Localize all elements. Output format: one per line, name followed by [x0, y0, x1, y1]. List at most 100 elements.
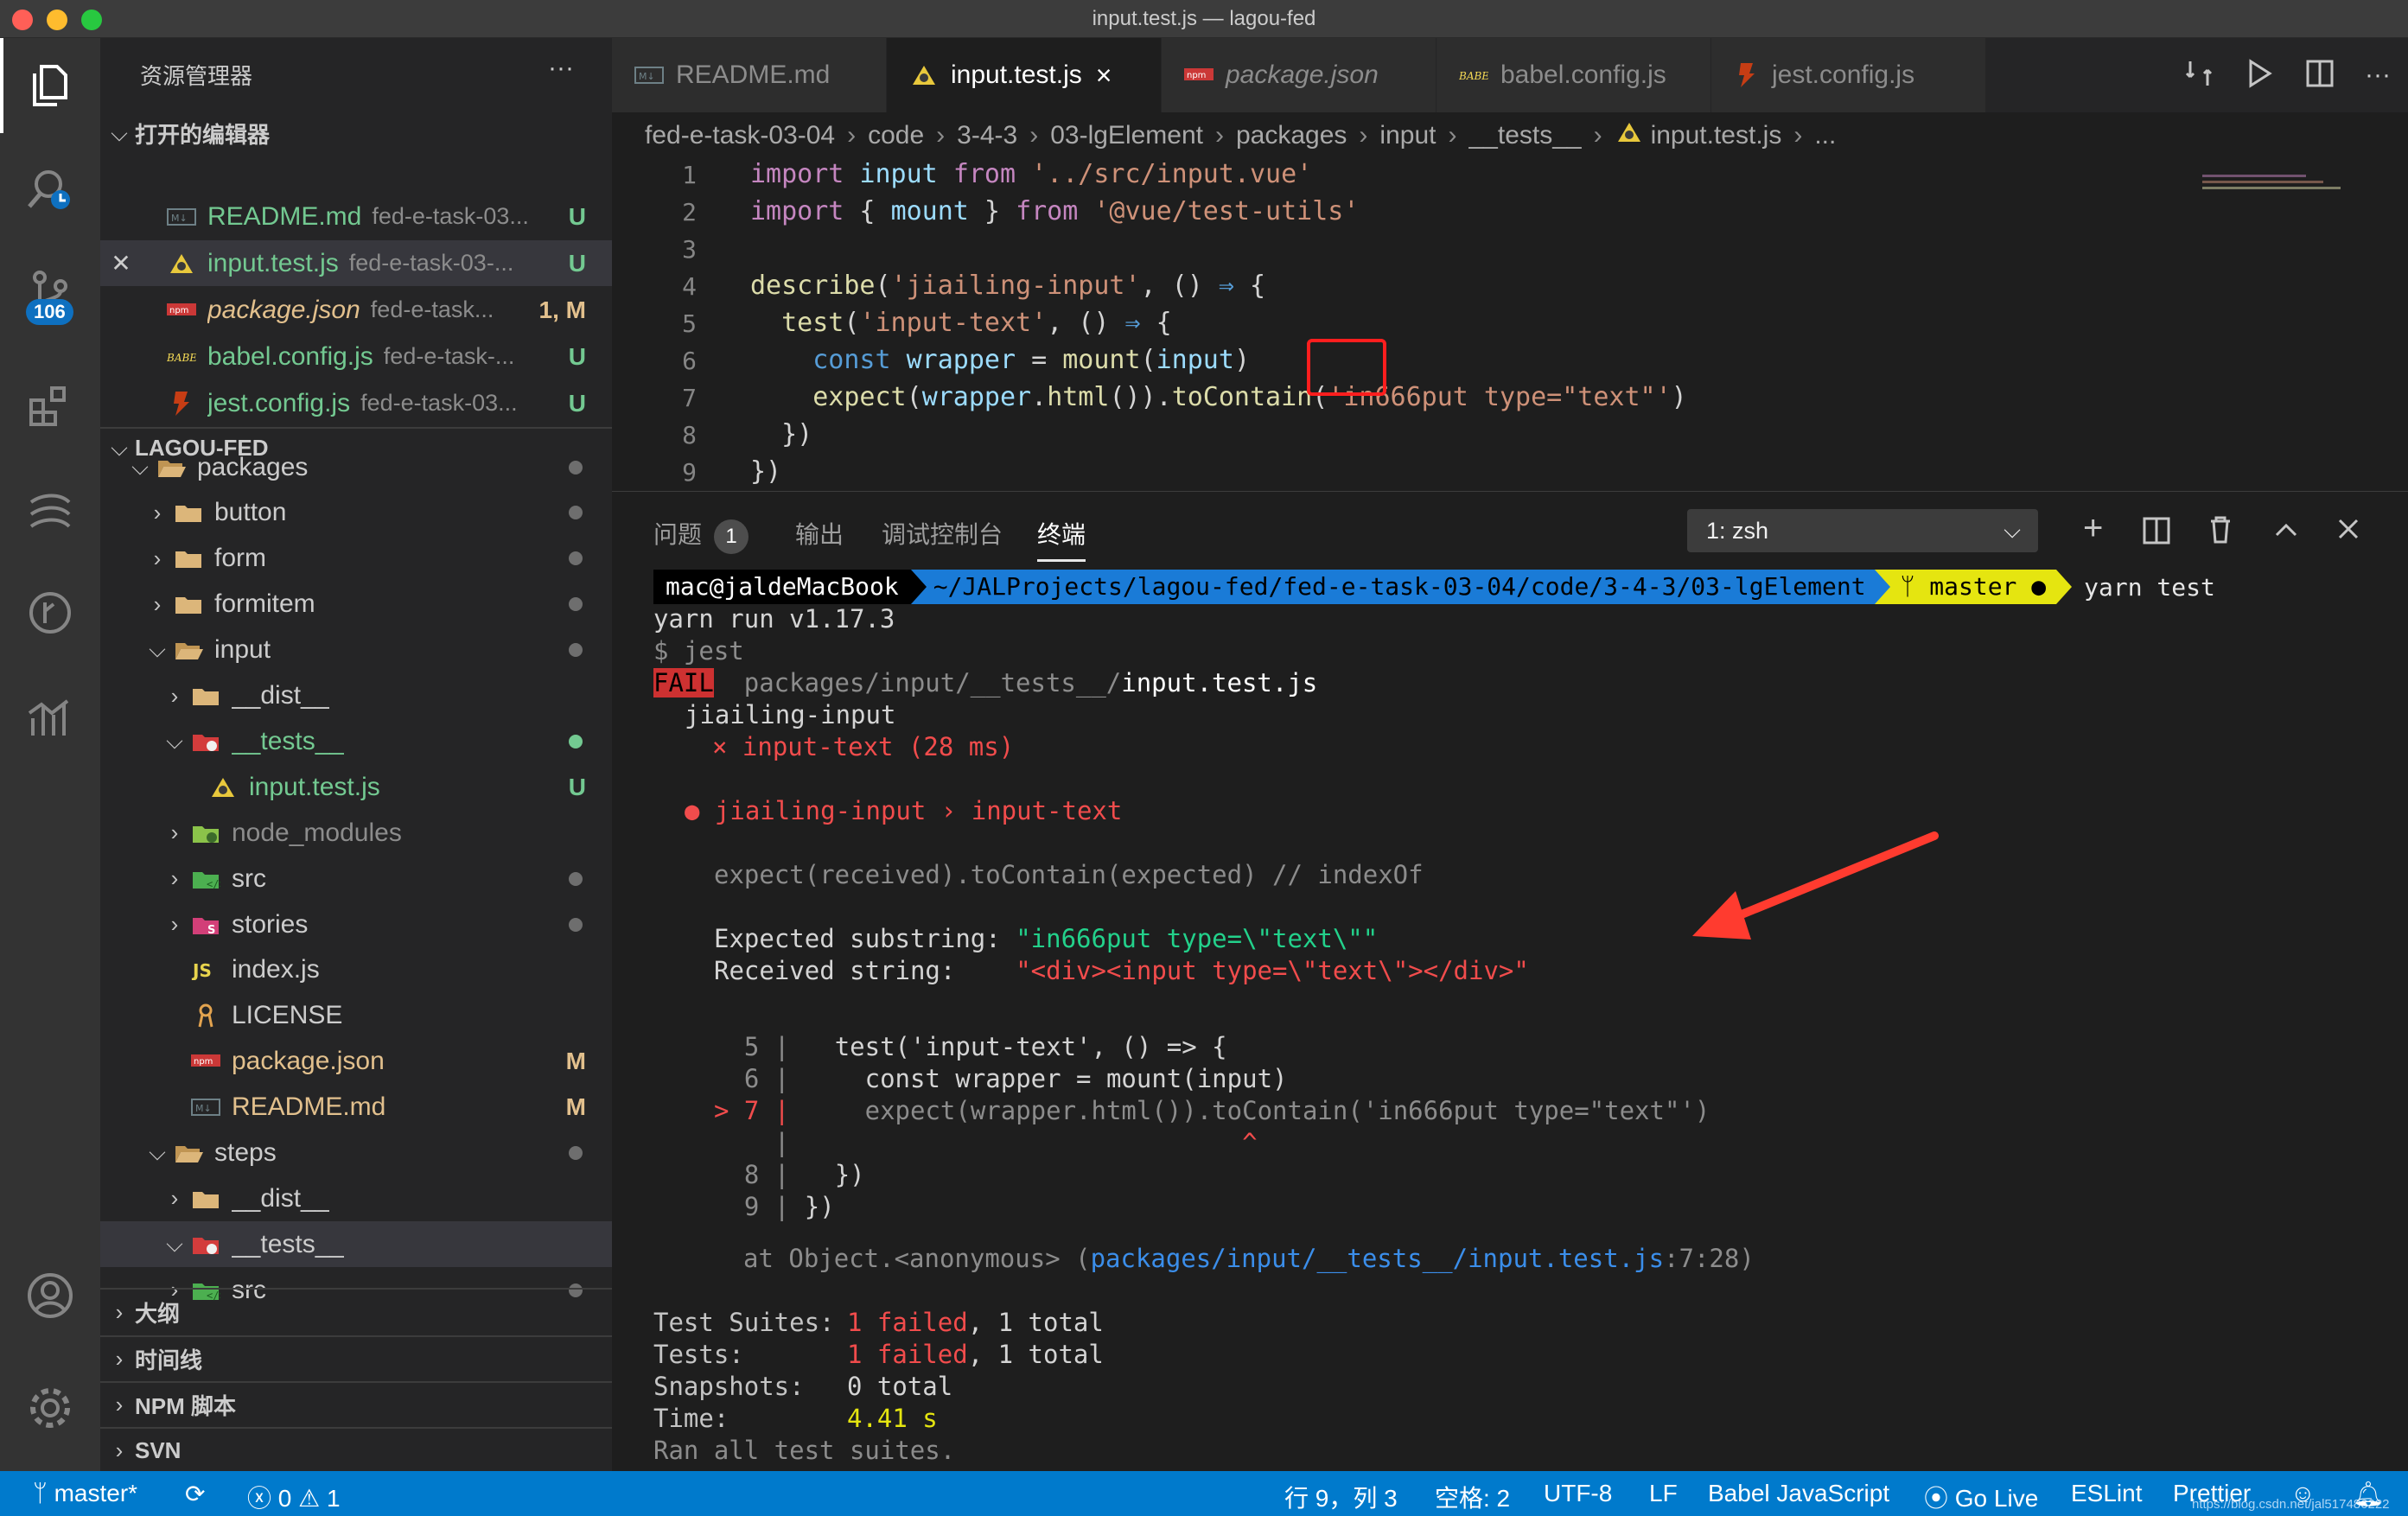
split-terminal-icon[interactable]	[2142, 516, 2171, 550]
tree-item[interactable]: › node_modules	[100, 810, 612, 856]
close-panel-icon[interactable]	[2335, 516, 2361, 546]
open-editor-item[interactable]: BABEL babel.config.js fed-e-task-... U	[100, 334, 612, 379]
breadcrumb-item[interactable]: __tests__	[1468, 121, 1581, 150]
open-editor-item[interactable]: M↓ README.md fed-e-task-03... U	[100, 194, 612, 239]
tab-debug-console[interactable]: 调试控制台	[882, 516, 1003, 551]
tab-readme[interactable]: M↓ README.md	[612, 38, 887, 112]
annotation-box	[1307, 339, 1386, 396]
maximize-panel-icon[interactable]	[2273, 518, 2299, 548]
tab-package-json[interactable]: npm package.json	[1162, 38, 1437, 112]
tree-item[interactable]: ⌵ packages	[100, 444, 612, 490]
tree-item[interactable]: › button	[100, 490, 612, 536]
trash-icon[interactable]	[2207, 514, 2233, 550]
code-frame-line: 9 | })	[714, 1192, 835, 1221]
eslint-status[interactable]: ESLint	[2071, 1480, 2143, 1507]
tree-item-label: src	[232, 863, 266, 893]
go-live-button[interactable]: ⦿ Go Live	[1924, 1480, 2038, 1514]
tab-problems[interactable]: 问题 1	[653, 516, 749, 554]
chevron-right-icon: ›	[847, 121, 857, 150]
tree-item[interactable]: ⌵ __tests__	[100, 1221, 612, 1268]
outline-section[interactable]: › 大纲	[100, 1290, 612, 1335]
cursor-position[interactable]: 行 9，列 3	[1284, 1480, 1398, 1514]
feedback-icon[interactable]: ☺	[2290, 1480, 2316, 1507]
close-icon[interactable]: ✕	[100, 249, 142, 277]
breadcrumb-item[interactable]: input.test.js	[1651, 121, 1782, 150]
add-terminal-icon[interactable]: +	[2083, 509, 2103, 548]
stats-icon[interactable]	[0, 669, 100, 764]
indentation[interactable]: 空格: 2	[1435, 1480, 1510, 1514]
tree-item-label: package.json	[232, 1047, 385, 1076]
open-editor-item[interactable]: npm package.json fed-e-task... 1, M	[100, 287, 612, 333]
line-ending[interactable]: LF	[1649, 1480, 1678, 1507]
tab-input-test[interactable]: input.test.js ×	[887, 38, 1162, 112]
tree-item[interactable]: LICENSE	[100, 993, 612, 1039]
tab-jest-config[interactable]: jest.config.js	[1711, 38, 1986, 112]
tree-item[interactable]: M↓ README.md M	[100, 1085, 612, 1131]
terminal-select[interactable]: 1: zsh ⌵	[1687, 509, 2038, 552]
terminal-line: $ jest	[653, 636, 744, 666]
terminal-prompt: mac@jaldeMacBook ~/JALProjects/lagou-fed…	[653, 570, 2215, 604]
open-editors-header[interactable]: ⌵ 打开的编辑器	[100, 111, 612, 156]
tree-item[interactable]: npm package.json M	[100, 1039, 612, 1085]
npm-scripts-section[interactable]: › NPM 脚本	[100, 1381, 612, 1427]
svg-text:</>: </>	[207, 878, 220, 890]
chevron-right-icon: ›	[170, 865, 179, 892]
code-editor[interactable]: 1 2 3 4 5 6 7 8 9 import input from '../src/inpu…	[612, 159, 2408, 491]
split-editor-icon[interactable]	[2304, 58, 2335, 93]
tree-item[interactable]: › __dist__	[100, 1175, 612, 1221]
tree-item[interactable]: › __dist__	[100, 673, 612, 719]
tree-item[interactable]: › Sstories	[100, 901, 612, 947]
tab-output[interactable]: 输出	[795, 516, 844, 551]
tree-item[interactable]: ⌵ input	[100, 627, 612, 673]
search-icon[interactable]	[0, 142, 100, 237]
notifications-icon[interactable]: 🔔︎	[2353, 1480, 2384, 1508]
tree-item[interactable]: ⌵ steps	[100, 1131, 612, 1176]
encoding[interactable]: UTF-8	[1544, 1480, 1612, 1507]
modified-dot	[569, 917, 583, 932]
tab-close-icon[interactable]: ×	[1096, 60, 1112, 92]
tree-item[interactable]: › formitem	[100, 582, 612, 627]
git-status: M	[565, 1093, 586, 1121]
run-icon[interactable]	[2244, 58, 2275, 93]
breadcrumb-item[interactable]: input	[1379, 121, 1436, 150]
compare-changes-icon[interactable]	[2183, 58, 2214, 93]
problems-status[interactable]: ⓧ 0 ⚠ 1	[247, 1480, 341, 1514]
breadcrumb-item[interactable]: 3-4-3	[957, 121, 1017, 150]
tree-item[interactable]: ⌵ __tests__	[100, 718, 612, 764]
settings-gear-icon[interactable]	[0, 1360, 100, 1455]
git-graph-icon[interactable]	[0, 565, 100, 660]
tree-item[interactable]: › </> src	[100, 856, 612, 901]
tree-item[interactable]: › form	[100, 536, 612, 582]
branch-status[interactable]: ᛘ master*	[33, 1480, 137, 1507]
breadcrumb-item[interactable]: packages	[1236, 121, 1347, 150]
tree-item-label: form	[214, 544, 266, 573]
tab-terminal[interactable]: 终端	[1037, 516, 1086, 562]
more-actions-icon[interactable]: ···	[2365, 61, 2391, 90]
folder-icon	[187, 1187, 225, 1211]
explorer-icon[interactable]	[0, 38, 100, 133]
svn-icon[interactable]	[0, 462, 100, 557]
open-editor-item[interactable]: jest.config.js fed-e-task-03... U	[100, 380, 612, 426]
received-line: Received string: "<div><input type=\"tex…	[714, 956, 1529, 985]
chevron-right-icon: ›	[1359, 121, 1368, 150]
extensions-icon[interactable]	[0, 358, 100, 453]
breadcrumb-item[interactable]: ...	[1814, 121, 1836, 150]
code-line-8: })	[750, 419, 813, 449]
account-icon[interactable]	[0, 1248, 100, 1343]
open-editor-item-active[interactable]: ✕ input.test.js fed-e-task-03-... U	[100, 240, 612, 286]
tab-babel-config[interactable]: BABEL babel.config.js	[1437, 38, 1711, 112]
tree-item[interactable]: JS index.js	[100, 947, 612, 993]
breadcrumb-item[interactable]: fed-e-task-03-04	[645, 121, 835, 150]
language-mode[interactable]: Babel JavaScript	[1708, 1480, 1889, 1507]
source-control-icon[interactable]: 106	[0, 245, 100, 341]
folder-icon	[187, 684, 225, 708]
timeline-section[interactable]: › 时间线	[100, 1335, 612, 1381]
line-number: 9	[682, 458, 697, 487]
more-actions-icon[interactable]: ···	[548, 54, 574, 83]
tree-item[interactable]: input.test.js U	[100, 764, 612, 810]
breadcrumb-item[interactable]: 03-lgElement	[1050, 121, 1203, 150]
markdown-icon: M↓	[187, 1097, 225, 1118]
svn-section[interactable]: › SVN	[100, 1427, 612, 1473]
sync-icon[interactable]: ⟳	[185, 1480, 205, 1508]
breadcrumb-item[interactable]: code	[868, 121, 924, 150]
